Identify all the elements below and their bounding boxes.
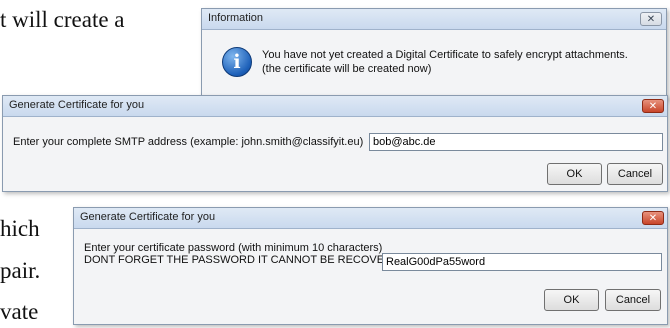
title-bar: Generate Certificate for you ✕ (74, 208, 667, 229)
dialog-title: Information (208, 12, 264, 24)
smtp-certificate-dialog: Generate Certificate for you ✕ Enter you… (2, 95, 668, 192)
close-button[interactable]: ✕ (642, 99, 664, 113)
document-text-line: hich (0, 216, 40, 241)
smtp-address-input[interactable]: bob@abc.de (369, 133, 663, 151)
title-bar: Information ✕ (202, 9, 666, 30)
title-bar: Generate Certificate for you ✕ (3, 96, 667, 117)
document-text-line: t will create a (0, 7, 125, 32)
cancel-button[interactable]: Cancel (607, 163, 663, 185)
document-text-line: vate (0, 299, 39, 324)
ok-button[interactable]: OK (544, 289, 599, 311)
document-text-line: pair. (0, 258, 41, 283)
smtp-prompt-label: Enter your complete SMTP address (exampl… (13, 136, 364, 148)
password-certificate-dialog: Generate Certificate for you ✕ Enter you… (73, 207, 668, 325)
close-button[interactable]: ✕ (642, 211, 664, 225)
password-input[interactable]: RealG00dPa55word (382, 253, 662, 271)
dialog-title: Generate Certificate for you (9, 99, 145, 111)
cancel-button[interactable]: Cancel (605, 289, 661, 311)
ok-button[interactable]: OK (547, 163, 602, 185)
info-message-line2: (the certificate will be created now) (262, 63, 432, 75)
information-dialog: Information ✕ i You have not yet created… (201, 8, 667, 100)
close-button[interactable]: ✕ (640, 12, 662, 26)
info-icon: i (222, 47, 252, 77)
password-prompt-line2: DONT FORGET THE PASSWORD IT CANNOT BE RE… (84, 254, 408, 266)
dialog-title: Generate Certificate for you (80, 211, 216, 223)
info-message-line1: You have not yet created a Digital Certi… (262, 49, 628, 61)
